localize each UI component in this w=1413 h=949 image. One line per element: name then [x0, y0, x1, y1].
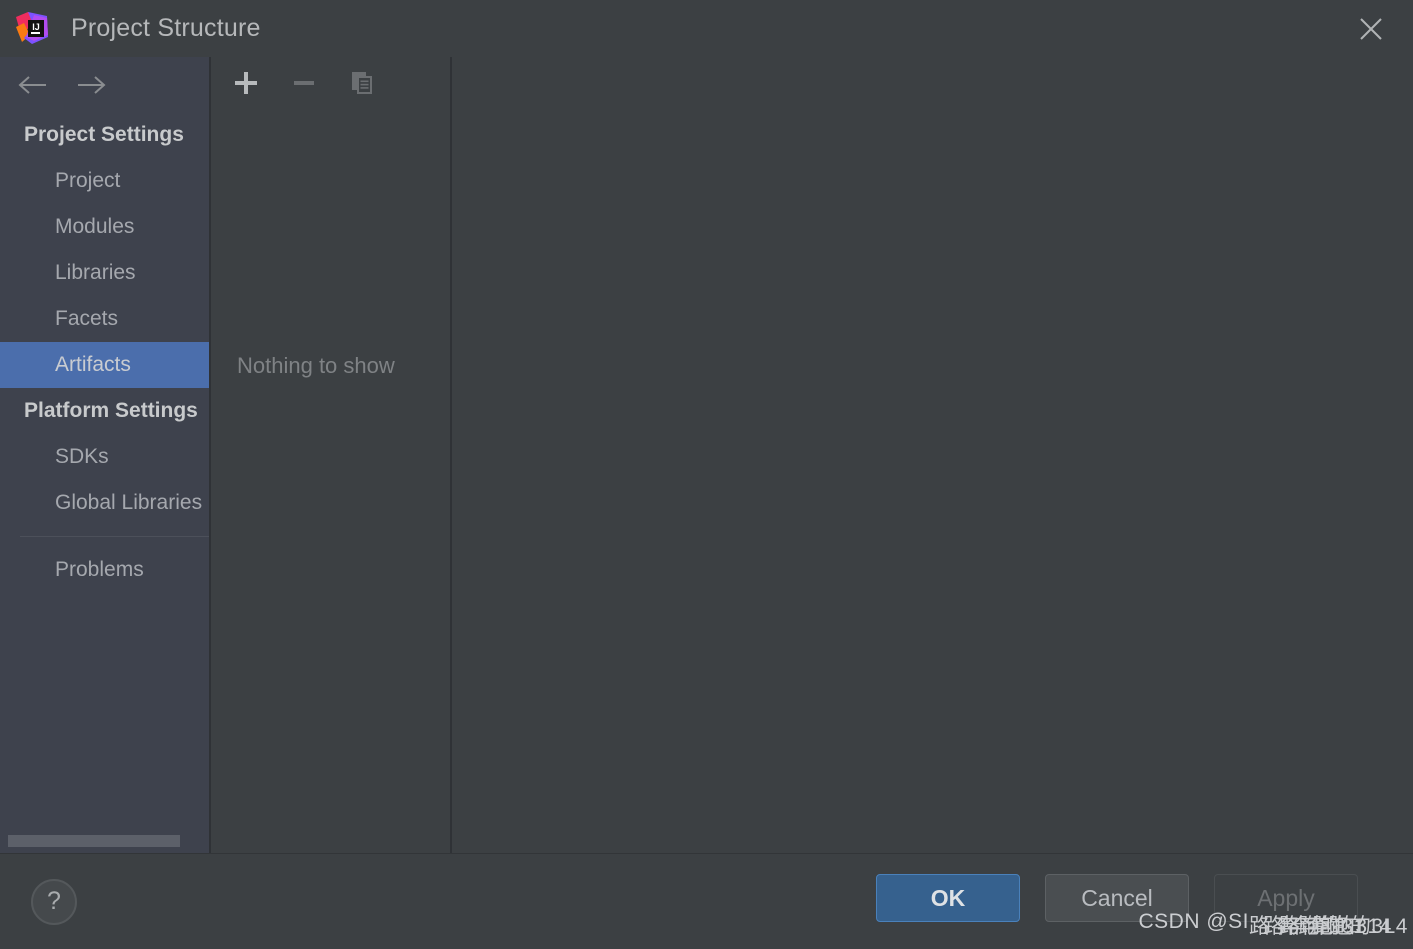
page-title: Project Structure: [71, 14, 261, 42]
artifacts-empty-area: Nothing to show: [211, 109, 450, 853]
dialog-footer: ? OK Cancel Apply: [0, 853, 1413, 949]
close-icon[interactable]: [1351, 9, 1391, 49]
artifact-detail-panel: [452, 57, 1413, 853]
sidebar-item-global-libraries[interactable]: Global Libraries: [0, 480, 209, 526]
sidebar-group-platform-settings: Platform Settings: [24, 399, 198, 422]
scrollbar-thumb[interactable]: [8, 835, 180, 847]
sidebar-item-libraries[interactable]: Libraries: [0, 250, 209, 296]
settings-sidebar: Project Settings Project Modules Librari…: [0, 57, 211, 853]
minus-icon: [287, 66, 321, 100]
settings-category-list: Project Settings Project Modules Librari…: [0, 112, 209, 853]
sidebar-horizontal-scrollbar[interactable]: [0, 835, 209, 847]
sidebar-item-problems[interactable]: Problems: [0, 547, 209, 593]
artifacts-list-panel: Nothing to show: [211, 57, 452, 853]
project-structure-dialog: IJ Project Structure Project Settings Pr…: [0, 0, 1413, 949]
ok-button[interactable]: OK: [876, 874, 1020, 922]
sidebar-item-modules[interactable]: Modules: [0, 204, 209, 250]
help-button[interactable]: ?: [31, 878, 77, 925]
title-bar: IJ Project Structure: [0, 0, 1413, 57]
sidebar-item-artifacts[interactable]: Artifacts: [0, 342, 209, 388]
sidebar-group-project-settings: Project Settings: [24, 123, 184, 146]
dialog-body: Project Settings Project Modules Librari…: [0, 57, 1413, 853]
empty-state-message: Nothing to show: [237, 353, 395, 378]
sidebar-item-project[interactable]: Project: [0, 158, 209, 204]
artifacts-toolbar: [211, 57, 450, 109]
sidebar-divider: [20, 536, 209, 537]
copy-icon: [345, 66, 379, 100]
svg-text:IJ: IJ: [32, 22, 40, 32]
intellij-idea-logo-icon: IJ: [14, 11, 50, 47]
navigation-bar: [0, 57, 209, 112]
dialog-action-buttons: OK Cancel Apply: [876, 874, 1358, 922]
arrow-left-icon[interactable]: [16, 71, 50, 99]
plus-icon[interactable]: [229, 66, 263, 100]
cancel-button[interactable]: Cancel: [1045, 874, 1189, 922]
sidebar-item-sdks[interactable]: SDKs: [0, 434, 209, 480]
arrow-right-icon[interactable]: [74, 71, 108, 99]
apply-button: Apply: [1214, 874, 1358, 922]
sidebar-item-facets[interactable]: Facets: [0, 296, 209, 342]
